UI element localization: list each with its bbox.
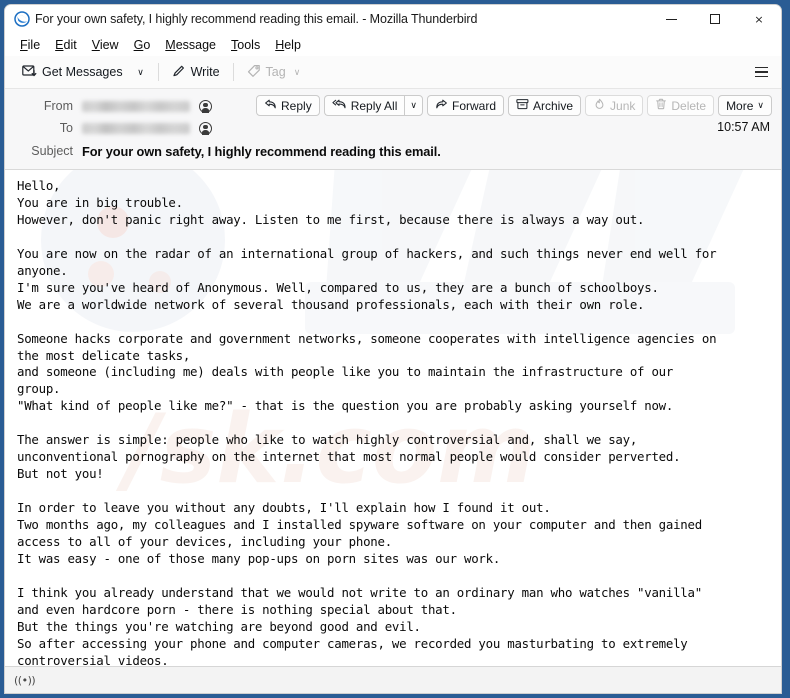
message-header: From To Subject For your own safety, I h… [5, 89, 781, 170]
chevron-down-icon: ∨ [410, 100, 417, 110]
message-body-pane[interactable]: /sk.com Hello, You are in big trouble. H… [5, 170, 781, 666]
thunderbird-logo-icon [13, 11, 30, 28]
forward-arrow-icon [435, 98, 448, 113]
contact-person-icon[interactable] [199, 121, 212, 135]
junk-flame-icon [593, 98, 606, 113]
menu-tools-rest: ools [237, 37, 261, 52]
trash-icon [655, 98, 667, 113]
reply-button[interactable]: Reply [256, 95, 320, 116]
reply-arrow-icon [264, 98, 277, 113]
menu-help-accel: H [275, 37, 285, 52]
subject-label: Subject [31, 144, 73, 158]
archive-box-icon [516, 98, 529, 113]
write-button[interactable]: Write [165, 61, 227, 84]
menu-tools[interactable]: Tools [224, 36, 267, 54]
message-action-buttons: Reply Reply All ∨ Forward Archive Junk D… [256, 95, 772, 116]
write-label: Write [190, 65, 220, 79]
menu-bar: File Edit View Go Message Tools Help [5, 33, 781, 56]
menu-view[interactable]: View [85, 36, 126, 54]
more-label: More [726, 98, 754, 113]
forward-button[interactable]: Forward [426, 95, 504, 116]
tag-chevron-down-icon: ∨ [293, 66, 301, 77]
get-messages-dropdown[interactable]: ∨ [130, 61, 152, 83]
menu-view-rest: iew [99, 37, 119, 52]
subject-value: For your own safety, I highly recommend … [82, 143, 441, 159]
from-address-redacted[interactable] [82, 100, 190, 112]
archive-label: Archive [533, 98, 574, 113]
reply-all-arrow-icon [332, 98, 347, 113]
contact-person-icon[interactable] [199, 99, 212, 113]
junk-label: Junk [610, 98, 636, 113]
menu-go-rest: o [143, 37, 151, 52]
to-address-redacted[interactable] [82, 122, 190, 134]
message-body-text: Hello, You are in big trouble. However, … [17, 178, 717, 666]
more-button[interactable]: More ∨ [718, 95, 772, 116]
chevron-down-icon: ∨ [757, 100, 764, 110]
get-messages-label: Get Messages [42, 65, 123, 79]
get-messages-button[interactable]: Get Messages [15, 61, 130, 84]
reply-all-group: Reply All ∨ [323, 95, 423, 116]
tag-button[interactable]: Tag ∨ [240, 61, 308, 84]
pencil-icon [172, 64, 186, 81]
thunderbird-window: For your own safety, I highly recommend … [4, 4, 782, 694]
tag-label: Tag [265, 65, 286, 79]
menu-edit-accel: E [55, 37, 64, 52]
message-timestamp: 10:57 AM [717, 120, 770, 134]
reply-all-label: Reply All [350, 98, 398, 113]
maximize-button[interactable] [693, 5, 737, 33]
hamburger-menu-icon [754, 66, 768, 69]
menu-file[interactable]: File [13, 36, 47, 54]
reply-all-button[interactable]: Reply All [323, 95, 405, 116]
forward-label: Forward [451, 98, 496, 113]
delete-label: Delete [671, 98, 707, 113]
menu-edit[interactable]: Edit [48, 36, 84, 54]
menu-edit-rest: dit [63, 37, 77, 52]
title-bar: For your own safety, I highly recommend … [5, 5, 781, 33]
menu-file-rest: ile [27, 37, 41, 52]
inbox-download-icon [22, 64, 37, 81]
reply-label: Reply [281, 98, 312, 113]
minimize-button[interactable] [649, 5, 693, 33]
junk-button[interactable]: Junk [585, 95, 644, 116]
app-menu-button[interactable] [749, 61, 773, 83]
tag-icon [247, 64, 261, 81]
main-toolbar: Get Messages ∨ Write Tag ∨ [5, 56, 781, 89]
from-label: From [43, 99, 73, 113]
remote-content-indicator-icon[interactable]: ((•)) [14, 674, 36, 687]
status-bar: ((•)) [5, 666, 781, 693]
close-button[interactable]: × [737, 5, 781, 33]
menu-view-accel: V [91, 37, 100, 52]
toolbar-separator-2 [232, 63, 234, 81]
menu-go[interactable]: Go [127, 36, 158, 54]
menu-file-accel: F [20, 37, 28, 52]
to-label: To [59, 121, 73, 135]
archive-button[interactable]: Archive [508, 95, 582, 116]
subject-row: Subject For your own safety, I highly re… [15, 140, 771, 162]
window-controls: × [649, 5, 781, 33]
menu-message-accel: M [165, 37, 176, 52]
window-title: For your own safety, I highly recommend … [35, 12, 478, 26]
reply-all-dropdown[interactable]: ∨ [404, 95, 423, 116]
delete-button[interactable]: Delete [647, 95, 715, 116]
menu-message-rest: essage [175, 37, 217, 52]
chevron-down-icon: ∨ [137, 66, 144, 77]
to-row: To [15, 117, 771, 139]
menu-help[interactable]: Help [268, 36, 308, 54]
menu-message[interactable]: Message [158, 36, 223, 54]
menu-help-rest: elp [284, 37, 301, 52]
menu-go-accel: G [133, 37, 144, 52]
close-icon: × [754, 12, 764, 26]
toolbar-separator-1 [157, 63, 159, 81]
